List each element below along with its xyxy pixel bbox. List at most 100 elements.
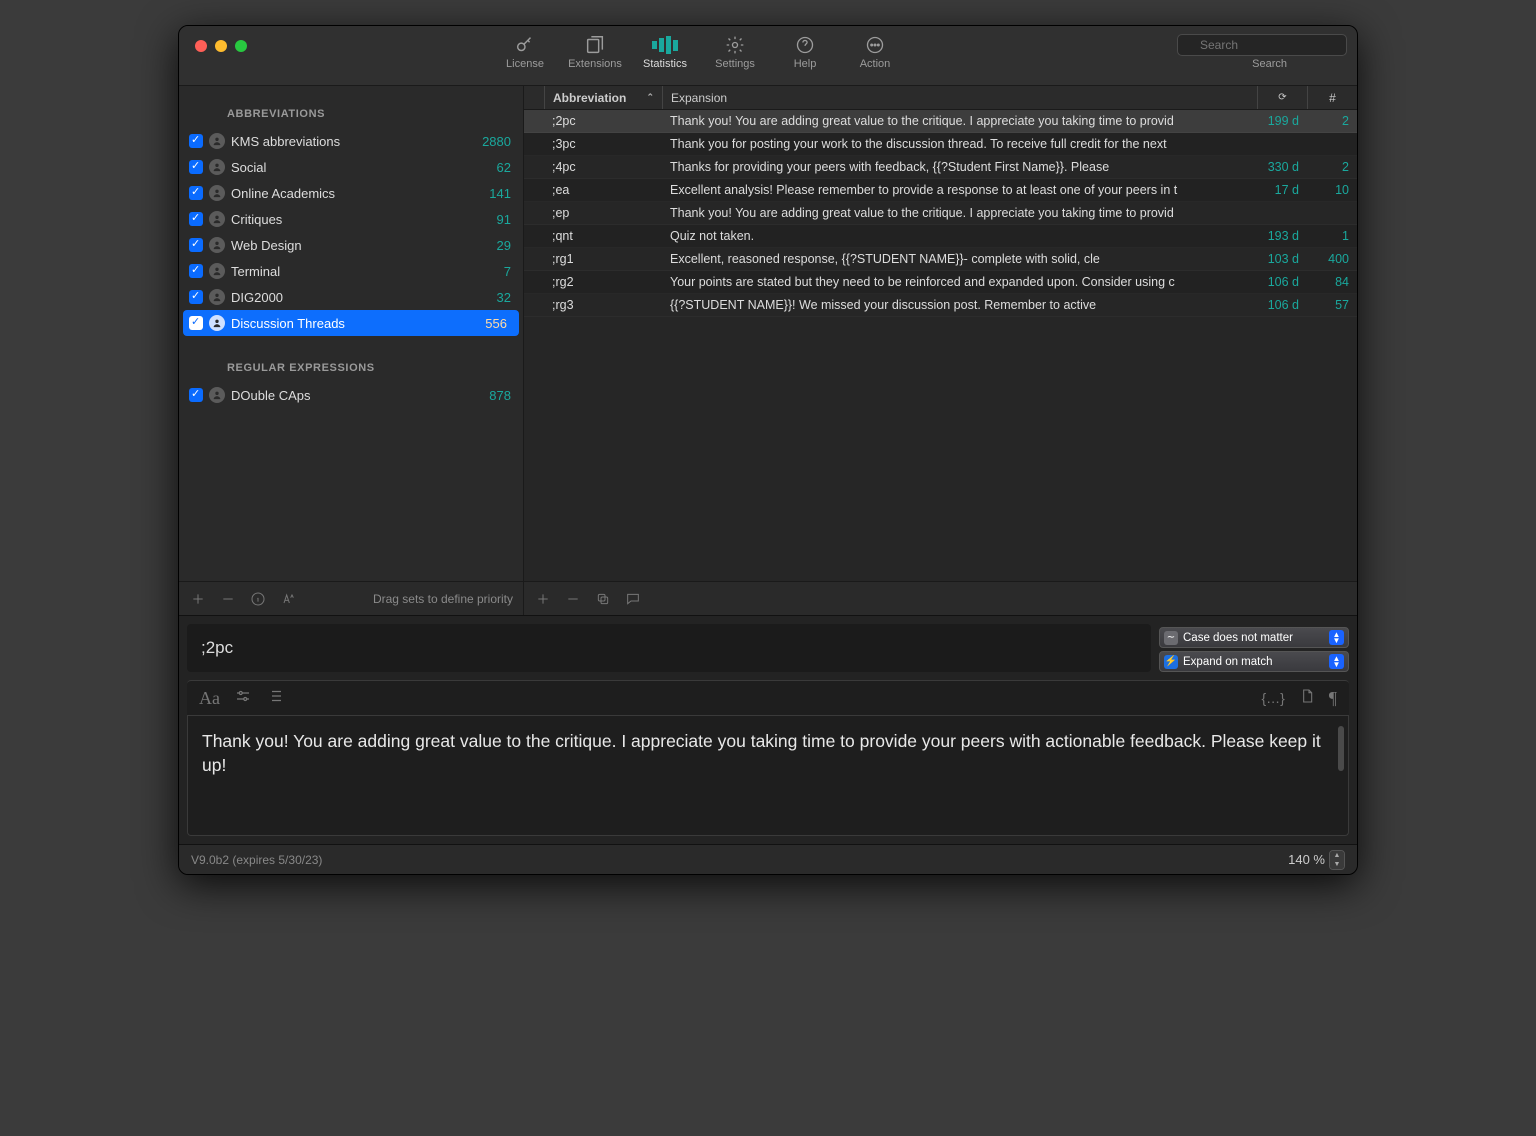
- cell-days: 103 d: [1257, 252, 1307, 266]
- statistics-icon: [651, 34, 679, 56]
- cell-expansion: Your points are stated but they need to …: [662, 275, 1257, 289]
- toolbar-settings[interactable]: Settings: [700, 32, 770, 70]
- group-checkbox[interactable]: [189, 212, 203, 226]
- sidebar-item[interactable]: Web Design29: [179, 232, 523, 258]
- cell-abbr: ;rg2: [544, 275, 662, 289]
- cell-expansion: Thank you for posting your work to the d…: [662, 137, 1257, 151]
- sidebar-item[interactable]: Online Academics 141: [179, 180, 523, 206]
- version-label: V9.0b2 (expires 5/30/23): [191, 853, 322, 867]
- zoom-icon[interactable]: [235, 40, 247, 52]
- cell-days: 106 d: [1257, 275, 1307, 289]
- key-icon: [514, 34, 536, 56]
- group-checkbox[interactable]: [189, 238, 203, 252]
- case-option-label: Case does not matter: [1183, 632, 1293, 644]
- cell-abbr: ;ep: [544, 206, 662, 220]
- font-button[interactable]: [279, 590, 297, 608]
- sliders-icon[interactable]: [234, 687, 252, 710]
- info-button[interactable]: [249, 590, 267, 608]
- sidebar-item[interactable]: DOuble CAps878: [179, 382, 523, 408]
- group-checkbox[interactable]: [189, 160, 203, 174]
- duplicate-button[interactable]: [594, 590, 612, 608]
- cell-count: 10: [1307, 183, 1357, 197]
- window-controls: [189, 32, 253, 60]
- group-name: Online Academics: [231, 186, 483, 201]
- remove-group-button[interactable]: [219, 590, 237, 608]
- group-checkbox[interactable]: [189, 316, 203, 330]
- font-style-icon[interactable]: Aa: [199, 688, 220, 709]
- content-area: Abbreviation⌃ Expansion ⟳ # ;2pcThank yo…: [524, 86, 1357, 615]
- group-checkbox[interactable]: [189, 186, 203, 200]
- person-icon: [209, 133, 225, 149]
- toolbar-statistics[interactable]: Statistics: [630, 32, 700, 70]
- cell-expansion: {{?STUDENT NAME}}! We missed your discus…: [662, 298, 1257, 312]
- header-expansion[interactable]: Expansion: [662, 86, 1257, 109]
- clock-icon: ⟳: [1278, 92, 1286, 103]
- sidebar-heading-abbreviations: ABBREVIATIONS: [179, 102, 523, 128]
- chat-button[interactable]: [624, 590, 642, 608]
- scrollbar[interactable]: [1338, 726, 1344, 771]
- expand-option-select[interactable]: ⚡ Expand on match ▲▼: [1159, 651, 1349, 672]
- list-icon[interactable]: [266, 687, 284, 710]
- header-age[interactable]: ⟳: [1257, 86, 1307, 109]
- group-count: 141: [489, 186, 511, 201]
- close-icon[interactable]: [195, 40, 207, 52]
- group-count: 2880: [482, 134, 511, 149]
- table-row[interactable]: ;rg3{{?STUDENT NAME}}! We missed your di…: [524, 294, 1357, 317]
- remove-snippet-button[interactable]: [564, 590, 582, 608]
- table-row[interactable]: ;4pcThanks for providing your peers with…: [524, 156, 1357, 179]
- group-name: Terminal: [231, 264, 498, 279]
- cell-expansion: Thank you! You are adding great value to…: [662, 206, 1257, 220]
- table-row[interactable]: ;eaExcellent analysis! Please remember t…: [524, 179, 1357, 202]
- toolbar-help[interactable]: Help: [770, 32, 840, 70]
- table-row[interactable]: ;rg2Your points are stated but they need…: [524, 271, 1357, 294]
- add-group-button[interactable]: [189, 590, 207, 608]
- header-abbreviation[interactable]: Abbreviation⌃: [544, 86, 662, 109]
- sidebar-item[interactable]: DIG200032: [179, 284, 523, 310]
- cell-days: 106 d: [1257, 298, 1307, 312]
- toolbar-action[interactable]: Action: [840, 32, 910, 70]
- sidebar-item[interactable]: Terminal7: [179, 258, 523, 284]
- abbreviation-input[interactable]: [187, 624, 1151, 672]
- search-input[interactable]: [1177, 34, 1347, 56]
- cell-expansion: Excellent, reasoned response, {{?STUDENT…: [662, 252, 1257, 266]
- case-option-select[interactable]: ∼ Case does not matter ▲▼: [1159, 627, 1349, 648]
- expansion-textarea[interactable]: Thank you! You are adding great value to…: [187, 716, 1349, 836]
- zoom-value: 140 %: [1288, 852, 1325, 867]
- table-row[interactable]: ;2pcThank you! You are adding great valu…: [524, 110, 1357, 133]
- group-count: 32: [497, 290, 511, 305]
- table-row[interactable]: ;rg1Excellent, reasoned response, {{?STU…: [524, 248, 1357, 271]
- group-checkbox[interactable]: [189, 388, 203, 402]
- table-row[interactable]: ;epThank you! You are adding great value…: [524, 202, 1357, 225]
- toolbar-label: Extensions: [568, 58, 622, 70]
- header-count[interactable]: #: [1307, 86, 1357, 109]
- search-label: Search: [1252, 58, 1287, 70]
- cell-abbr: ;qnt: [544, 229, 662, 243]
- group-checkbox[interactable]: [189, 264, 203, 278]
- toolbar-license[interactable]: License: [490, 32, 560, 70]
- table-header[interactable]: Abbreviation⌃ Expansion ⟳ #: [524, 86, 1357, 110]
- group-checkbox[interactable]: [189, 134, 203, 148]
- pilcrow-icon[interactable]: ¶: [1329, 688, 1337, 709]
- zoom-stepper[interactable]: ▲▼: [1329, 850, 1345, 870]
- sidebar-item[interactable]: KMS abbreviations2880: [179, 128, 523, 154]
- cell-abbr: ;rg1: [544, 252, 662, 266]
- document-icon[interactable]: [1299, 688, 1315, 709]
- group-count: 556: [485, 316, 507, 331]
- group-checkbox[interactable]: [189, 290, 203, 304]
- table-row[interactable]: ;qntQuiz not taken.193 d1: [524, 225, 1357, 248]
- sidebar-item[interactable]: Social62: [179, 154, 523, 180]
- group-name: Critiques: [231, 212, 491, 227]
- table-row[interactable]: ;3pcThank you for posting your work to t…: [524, 133, 1357, 156]
- sidebar-item[interactable]: Critiques91: [179, 206, 523, 232]
- sidebar-footer: Drag sets to define priority: [179, 581, 523, 615]
- group-count: 62: [497, 160, 511, 175]
- search-area: Search: [1147, 32, 1347, 70]
- group-count: 878: [489, 388, 511, 403]
- editor-toolbar: Aa {…} ¶: [187, 680, 1349, 716]
- expansion-text: Thank you! You are adding great value to…: [202, 731, 1321, 775]
- braces-icon[interactable]: {…}: [1261, 690, 1284, 706]
- sidebar-item[interactable]: Discussion Threads556: [183, 310, 519, 336]
- add-snippet-button[interactable]: [534, 590, 552, 608]
- minimize-icon[interactable]: [215, 40, 227, 52]
- toolbar-extensions[interactable]: Extensions: [560, 32, 630, 70]
